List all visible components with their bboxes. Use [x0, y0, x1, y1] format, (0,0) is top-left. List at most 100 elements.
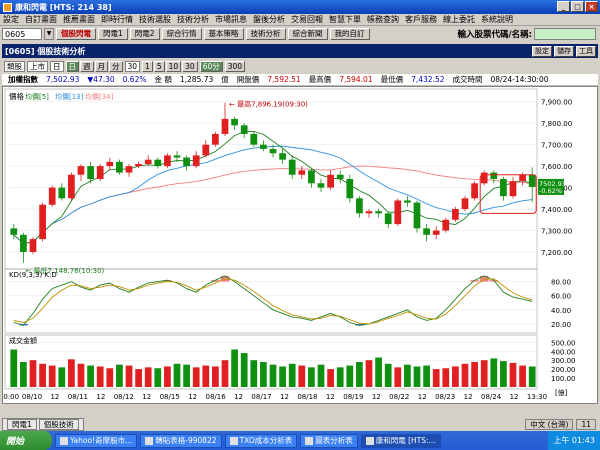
- panel-frame: [4, 268, 538, 334]
- menu-item[interactable]: 推薦畫面: [60, 14, 98, 25]
- volume-bar: [221, 360, 229, 387]
- minute-button[interactable]: 5: [153, 60, 165, 72]
- interval-button[interactable]: 月: [94, 60, 108, 72]
- menu-item[interactable]: 市場訊息: [212, 14, 250, 25]
- code-dropdown-icon[interactable]: ▼: [44, 28, 54, 40]
- menu-item[interactable]: 技術分析: [174, 14, 212, 25]
- highlight-box: [479, 174, 537, 214]
- menu-item[interactable]: 自訂畫面: [22, 14, 60, 25]
- bottom-tab[interactable]: 閃電1: [7, 418, 37, 430]
- maximize-button[interactable]: □: [571, 1, 584, 12]
- close-button[interactable]: ×: [585, 1, 598, 12]
- interval-button[interactable]: 日: [65, 60, 79, 72]
- low-label: 最低價: [380, 75, 404, 84]
- minute-button[interactable]: 10: [165, 60, 182, 72]
- toolbar-button[interactable]: 基本策略: [203, 28, 244, 40]
- category-select[interactable]: 類股: [4, 60, 25, 72]
- toolbar-button[interactable]: 我的自訂: [329, 28, 370, 40]
- y-tick-label: 7,400.00: [541, 206, 572, 214]
- volume-bar: [480, 360, 488, 387]
- volume-bar: [173, 363, 181, 387]
- interval-button[interactable]: 週: [80, 60, 94, 72]
- menu-item[interactable]: 帳務查詢: [364, 14, 402, 25]
- volume-tick-label: 500.00: [551, 339, 576, 347]
- period-select[interactable]: 日: [50, 60, 64, 72]
- window-title: 康和閃電 [HTS: 214 38]: [15, 2, 112, 12]
- minute-button[interactable]: 1: [142, 60, 153, 72]
- taskbar-task[interactable]: 康和閃電 [HTS:...: [360, 433, 441, 448]
- minimize-button[interactable]: _: [557, 1, 570, 12]
- candle-body: [240, 125, 248, 134]
- y-tick-label: 7,700.00: [541, 142, 572, 150]
- interval-button[interactable]: 分: [109, 60, 123, 72]
- window-icon: [229, 436, 238, 445]
- menu-item[interactable]: 設定: [0, 14, 22, 25]
- count-300-button[interactable]: 300: [224, 60, 246, 72]
- menu-item[interactable]: 盤後分析: [250, 14, 288, 25]
- volume-bar: [250, 360, 258, 387]
- candle-body: [202, 144, 210, 156]
- period-60min-button[interactable]: 60分: [199, 60, 223, 72]
- volume-bar: [404, 364, 411, 387]
- volume-bar: [356, 362, 363, 387]
- clock: 上午 01:43: [548, 431, 600, 450]
- market-select[interactable]: 上市: [27, 60, 48, 72]
- panel-button[interactable]: 工具: [576, 45, 596, 57]
- candle-body: [106, 161, 114, 167]
- bottom-tab[interactable]: 個股技術: [38, 418, 79, 430]
- volume-bar: [144, 367, 152, 387]
- toolbar-button[interactable]: 個股閃電: [56, 28, 96, 40]
- volume-bar: [116, 364, 123, 387]
- volume-unit: [億]: [555, 388, 568, 397]
- menu-item[interactable]: 即時行情: [98, 14, 136, 25]
- kd-panel-title: KD(9,3,3) K:D: [9, 271, 57, 279]
- taskbar-task[interactable]: Yahoo!奇摩股市...: [55, 433, 138, 448]
- candle-body: [452, 209, 459, 220]
- status-indicator: 中文 (台灣): [525, 418, 574, 430]
- menu-item[interactable]: 技術選股: [136, 14, 174, 25]
- number-select[interactable]: 30: [124, 60, 141, 72]
- candle-body: [442, 219, 450, 231]
- taskbar-task[interactable]: TXO成本分析表: [224, 433, 298, 448]
- menu-item[interactable]: 系統說明: [478, 14, 516, 25]
- ma-legend-label: 均價[34]: [85, 92, 114, 101]
- stock-search-input[interactable]: [534, 28, 596, 40]
- candle-body: [135, 163, 142, 167]
- menu-item[interactable]: 線上委託: [440, 14, 478, 25]
- kd-k-line: [13, 275, 533, 326]
- candle-body: [164, 155, 171, 167]
- stock-code-input[interactable]: 0605: [2, 28, 42, 40]
- y-tick-label: 7,600.00: [541, 163, 572, 171]
- volume-bar: [394, 367, 402, 387]
- volume-bar: [29, 360, 37, 387]
- volume-bar: [77, 363, 85, 387]
- toolbar-button[interactable]: 綜合新聞: [287, 28, 328, 40]
- volume-bar: [413, 366, 421, 387]
- candle-body: [77, 166, 85, 175]
- toolbar-button[interactable]: 閃電1: [98, 28, 128, 40]
- menu-bar: 設定 自訂畫面 推薦畫面 即時行情 技術選股 技術分析 市場訊息 盤後分析 交易回報 智慧下單 帳務…: [0, 14, 600, 26]
- toolbar-button[interactable]: 閃電2: [129, 28, 160, 40]
- menu-item[interactable]: 客戶服務: [402, 14, 440, 25]
- toolbar-button[interactable]: 綜合行情: [161, 28, 202, 40]
- taskbar-task[interactable]: 圖表分析表: [300, 433, 358, 448]
- start-button[interactable]: 開始: [0, 431, 52, 450]
- kd-tick-label: 20.00: [551, 321, 571, 329]
- panel-button[interactable]: 儲存: [554, 45, 574, 57]
- x-tick-label: 12: [464, 393, 473, 401]
- menu-item[interactable]: 交易回報: [288, 14, 326, 25]
- candle-body: [336, 174, 344, 179]
- panel-button[interactable]: 設定: [532, 45, 552, 57]
- window-icon: [305, 436, 314, 445]
- x-tick-label: 12: [510, 393, 519, 401]
- minute-button[interactable]: 30: [182, 60, 198, 72]
- candle-body: [183, 157, 190, 167]
- taskbar-task[interactable]: 轉貼表格-990822: [140, 433, 222, 448]
- volume-bar: [528, 366, 536, 387]
- technical-chart[interactable]: 7,200.007,300.007,400.007,500.007,600.00…: [0, 86, 598, 404]
- toolbar-button[interactable]: 技術分析: [245, 28, 286, 40]
- chart-svg[interactable]: 7,200.007,300.007,400.007,500.007,600.00…: [0, 87, 597, 403]
- candle-body: [144, 159, 152, 164]
- menu-item[interactable]: 智慧下單: [326, 14, 364, 25]
- candle-body: [48, 187, 56, 205]
